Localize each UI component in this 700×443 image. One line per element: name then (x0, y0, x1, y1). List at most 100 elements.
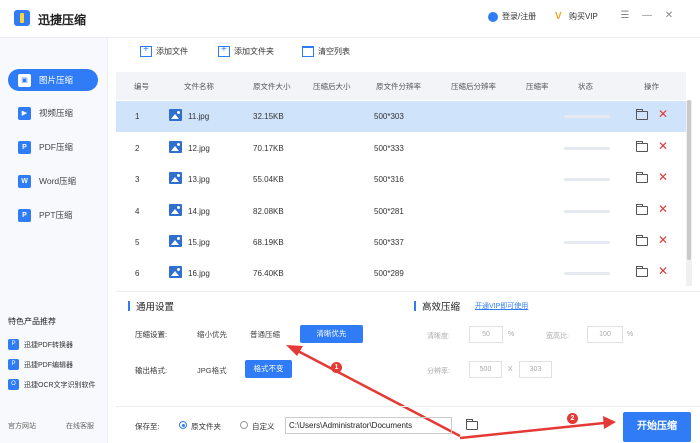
minimize-icon[interactable]: — (640, 9, 654, 23)
table-row[interactable]: 6 16.jpg 76.40KB 500*289 ✕ (116, 258, 686, 289)
delete-icon[interactable]: ✕ (658, 264, 668, 278)
menu-icon[interactable]: ☰ (618, 9, 632, 23)
add-file-button[interactable]: 添加文件 (140, 44, 188, 57)
delete-icon[interactable]: ✕ (658, 107, 668, 121)
recommend-pdf-editor[interactable]: P 迅捷PDF编辑器 (8, 359, 73, 370)
image-file-icon (169, 109, 182, 121)
row-num: 3 (135, 175, 140, 184)
option-small-first[interactable]: 缩小优先 (197, 329, 227, 340)
ratio-input[interactable]: 100 (587, 326, 623, 343)
open-folder-icon[interactable] (636, 204, 648, 215)
image-file-icon (169, 204, 182, 216)
format-keep-button[interactable]: 格式不变 (245, 360, 292, 378)
col-compressed-resolution: 压缩后分辨率 (451, 82, 496, 91)
open-folder-icon[interactable] (636, 141, 648, 152)
image-file-icon (169, 235, 182, 247)
clear-list-button[interactable]: 清空列表 (302, 46, 350, 57)
table-row[interactable]: 1 11.jpg 32.15KB 500*303 ✕ (116, 101, 686, 132)
open-folder-icon[interactable] (636, 235, 648, 246)
row-num: 1 (135, 112, 140, 121)
row-name: 15.jpg (188, 238, 210, 247)
recommend-label: 迅捷PDF转换器 (24, 341, 73, 349)
table-row[interactable]: 4 14.jpg 82.08KB 500*281 ✕ (116, 196, 686, 227)
sidebar-item-label: Word压缩 (39, 176, 77, 186)
section-bar (414, 301, 416, 311)
row-size: 82.08KB (253, 207, 284, 216)
row-num: 4 (135, 207, 140, 216)
pdf-converter-icon: P (8, 339, 19, 350)
row-size: 68.19KB (253, 238, 284, 247)
recommend-pdf-converter[interactable]: P 迅捷PDF转换器 (8, 339, 73, 350)
delete-icon[interactable]: ✕ (658, 202, 668, 216)
radio-custom[interactable] (240, 421, 248, 429)
row-resolution: 500*316 (374, 175, 404, 184)
recommend-label: 迅捷OCR文字识别软件 (24, 381, 96, 389)
efficient-compress-title: 高效压缩 (414, 299, 460, 313)
add-folder-label: 添加文件夹 (234, 47, 274, 56)
recommend-ocr[interactable]: O 迅捷OCR文字识别软件 (8, 379, 96, 390)
delete-icon[interactable]: ✕ (658, 170, 668, 184)
radio-custom-label: 自定义 (252, 422, 275, 431)
row-name: 13.jpg (188, 175, 210, 184)
sidebar-item-label: PDF压缩 (39, 142, 74, 152)
sidebar-item-ppt[interactable]: P PPT压缩 (8, 204, 98, 226)
buy-vip-button[interactable]: V 购买VIP (555, 11, 598, 22)
col-name: 文件名称 (184, 82, 214, 91)
login-button[interactable]: 登录/注册 (488, 11, 536, 22)
row-size: 76.40KB (253, 269, 284, 278)
add-file-icon (140, 44, 152, 57)
online-support-link[interactable]: 在线客服 (66, 421, 94, 431)
resolution-width-input[interactable]: 500 (469, 361, 502, 378)
sidebar-item-label: PPT压缩 (39, 210, 73, 220)
row-name: 16.jpg (188, 269, 210, 278)
sidebar-item-video[interactable]: ▶ 视频压缩 (8, 102, 98, 124)
close-icon[interactable]: ✕ (662, 9, 676, 23)
open-folder-icon[interactable] (636, 172, 648, 183)
option-clear-first-button[interactable]: 清晰优先 (300, 325, 363, 343)
general-settings-title: 通用设置 (128, 299, 174, 313)
format-jpg[interactable]: JPG格式 (197, 365, 227, 376)
image-file-icon (169, 141, 182, 153)
word-icon: W (18, 174, 31, 188)
ppt-icon: P (18, 208, 31, 222)
scroll-thumb[interactable] (687, 100, 691, 260)
row-resolution: 500*281 (374, 207, 404, 216)
browse-folder-icon[interactable] (466, 419, 478, 430)
official-website-link[interactable]: 官方网站 (8, 421, 36, 431)
resolution-height-input[interactable]: 303 (519, 361, 552, 378)
option-normal[interactable]: 普通压缩 (250, 329, 280, 340)
clarity-unit: % (508, 331, 515, 338)
sidebar-item-word[interactable]: W Word压缩 (8, 170, 98, 192)
resolution-label: 分辨率: (427, 368, 450, 375)
table-row[interactable]: 2 12.jpg 70.17KB 500*333 ✕ (116, 133, 686, 164)
radio-original-folder[interactable] (179, 421, 187, 429)
section-bar (128, 301, 130, 311)
col-compressed-size: 压缩后大小 (313, 82, 351, 91)
delete-icon[interactable]: ✕ (658, 139, 668, 153)
sidebar-item-pdf[interactable]: P PDF压缩 (8, 136, 98, 158)
sidebar-item-label: 图片压缩 (39, 75, 74, 85)
row-num: 5 (135, 238, 140, 247)
table-scrollbar[interactable] (686, 100, 692, 286)
delete-icon[interactable]: ✕ (658, 233, 668, 247)
start-compress-button[interactable]: 开始压缩 (623, 412, 691, 442)
sidebar-item-image[interactable]: ▣ 图片压缩 (8, 69, 98, 91)
clear-list-label: 清空列表 (318, 47, 350, 56)
image-file-icon (169, 172, 182, 184)
open-folder-icon[interactable] (636, 109, 648, 120)
badge-step-1: 1 (331, 362, 342, 373)
table-row[interactable]: 5 15.jpg 68.19KB 500*337 ✕ (116, 227, 686, 258)
row-resolution: 500*303 (374, 112, 404, 121)
row-resolution: 500*289 (374, 269, 404, 278)
row-num: 6 (135, 269, 140, 278)
clarity-input[interactable]: 50 (469, 326, 503, 343)
open-folder-icon[interactable] (636, 266, 648, 277)
table-row[interactable]: 3 13.jpg 55.04KB 500*316 ✕ (116, 164, 686, 195)
add-folder-button[interactable]: 添加文件夹 (218, 44, 274, 57)
compress-setting-label: 压缩设置: (135, 330, 168, 339)
video-icon: ▶ (18, 106, 31, 120)
progress-bar (564, 115, 610, 118)
save-path-input[interactable]: C:\Users\Administrator\Documents (285, 417, 452, 434)
trash-icon (302, 46, 314, 57)
open-vip-link[interactable]: 开通VIP即可使用 (475, 301, 528, 311)
